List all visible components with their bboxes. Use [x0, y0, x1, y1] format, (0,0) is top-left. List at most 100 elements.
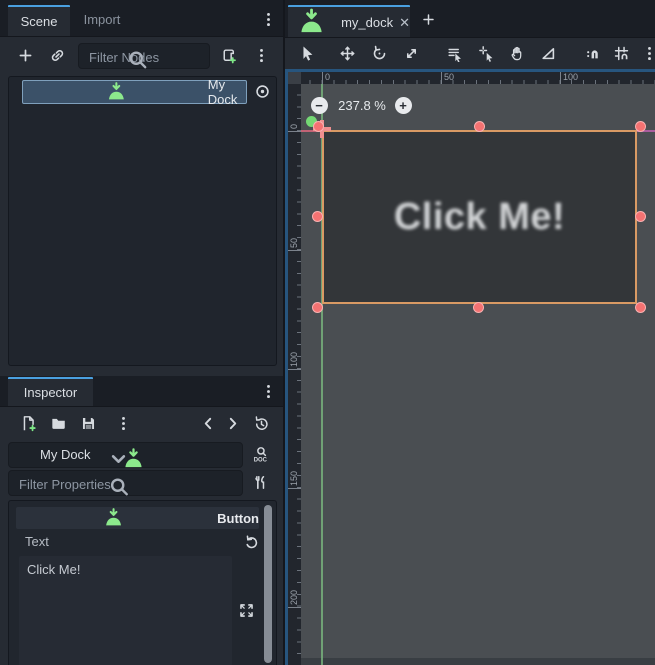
canvas-button-label: Click Me!: [394, 196, 565, 239]
list-select-tool-button[interactable]: [443, 42, 465, 64]
ruler-label: 150: [289, 471, 299, 486]
ruler-label: 50: [444, 72, 454, 82]
history-forward-button[interactable]: [221, 412, 243, 434]
list-select-icon: [446, 45, 463, 62]
canvas-2d[interactable]: Click Me! − 237.8 % +: [301, 84, 655, 665]
search-icon: [73, 48, 203, 72]
snap-options-menu-button[interactable]: [638, 42, 655, 64]
select-tool-button[interactable]: [296, 42, 318, 64]
ruler-tick: [288, 131, 301, 132]
script-add-icon: [220, 47, 237, 64]
button-section-title: Button: [217, 511, 259, 526]
visibility-toggle-button[interactable]: [251, 80, 273, 102]
pivot-cursor-icon: [478, 45, 495, 62]
inspector-properties-panel: Button Text Click Me!: [8, 500, 277, 665]
inspector-scrollbar[interactable]: [264, 505, 272, 663]
control-node-icon: [288, 7, 335, 37]
scene-tab-label: my_dock: [341, 15, 393, 30]
pan-tool-button[interactable]: [506, 42, 528, 64]
resource-menu-button[interactable]: [112, 412, 134, 434]
attach-script-button[interactable]: [217, 44, 239, 66]
new-resource-button[interactable]: [17, 412, 39, 434]
manage-properties-button[interactable]: [249, 471, 271, 493]
new-scene-tab-button[interactable]: [417, 8, 439, 30]
ruler-tick: [322, 72, 323, 84]
canvas-button[interactable]: Click Me!: [322, 130, 637, 304]
ruler-label: 100: [289, 352, 299, 367]
ruler-tool-button[interactable]: [537, 42, 559, 64]
scale-tool-button[interactable]: [400, 42, 422, 64]
tab-inspector[interactable]: Inspector: [8, 377, 93, 406]
move-tool-button[interactable]: [336, 42, 358, 64]
ruler-triangle-icon: [540, 45, 557, 62]
scene-dock-toolbar: [0, 36, 283, 76]
ruler-label: 100: [563, 72, 578, 82]
selection-handle[interactable]: [635, 211, 646, 222]
horizontal-ruler: 0 50 100: [301, 72, 655, 84]
dots-vertical-icon: [115, 415, 132, 432]
text-property-input[interactable]: Click Me!: [19, 556, 232, 665]
pan-hand-icon: [509, 45, 526, 62]
dots-vertical-icon: [253, 47, 270, 64]
dots-vertical-icon: [641, 45, 655, 62]
ruler-label: 200: [289, 590, 299, 605]
revert-property-button[interactable]: [240, 531, 262, 553]
inspector-tabbar-menu-button[interactable]: [257, 380, 279, 402]
add-node-button[interactable]: [14, 44, 36, 66]
selection-handle[interactable]: [635, 302, 646, 313]
select-cursor-icon: [299, 45, 316, 62]
canvas-h-scrollbar[interactable]: [301, 658, 655, 665]
tune-icon: [252, 474, 269, 491]
expand-icon: [238, 602, 255, 619]
plus-icon: [17, 47, 34, 64]
scene-tabbar-menu-button[interactable]: [257, 8, 279, 30]
canvas-toolbar: [285, 37, 655, 69]
selection-handle[interactable]: [312, 302, 323, 313]
smart-snap-button[interactable]: [582, 42, 604, 64]
scene-tree-root-node[interactable]: My Dock: [22, 80, 247, 104]
zoom-level-label[interactable]: 237.8 %: [331, 98, 393, 113]
filter-properties-field[interactable]: [8, 470, 243, 496]
close-icon[interactable]: ✕: [399, 16, 410, 29]
godot-editor-window: Scene Import: [0, 0, 655, 665]
rotate-tool-button[interactable]: [368, 42, 390, 64]
doc-search-icon: [252, 446, 269, 463]
scene-tabs-bar: my_dock ✕: [285, 0, 655, 38]
ruler-tick: [288, 488, 301, 489]
link-icon: [49, 47, 66, 64]
scene-dock-tabbar: Scene Import: [0, 0, 283, 37]
move-pivot-tool-button[interactable]: [475, 42, 497, 64]
selection-handle[interactable]: [474, 121, 485, 132]
expand-textarea-button[interactable]: [235, 599, 257, 621]
move-icon: [339, 45, 356, 62]
ruler-label: 0: [325, 72, 330, 82]
inspected-node-dropdown[interactable]: My Dock: [8, 442, 243, 468]
load-resource-button[interactable]: [47, 412, 69, 434]
instance-scene-button[interactable]: [46, 44, 68, 66]
grid-snap-button[interactable]: [610, 42, 632, 64]
filter-nodes-field[interactable]: [78, 43, 210, 69]
selection-handle[interactable]: [313, 121, 324, 132]
open-documentation-button[interactable]: [249, 443, 271, 465]
control-node-icon: [32, 81, 201, 103]
magnet-icon: [585, 45, 602, 62]
tab-import[interactable]: Import: [70, 5, 134, 34]
edit-history-button[interactable]: [250, 412, 272, 434]
history-back-button[interactable]: [197, 412, 219, 434]
rotate-icon: [371, 45, 388, 62]
left-dock: Scene Import: [0, 0, 283, 665]
zoom-in-button[interactable]: +: [395, 97, 412, 114]
selection-handle[interactable]: [312, 211, 323, 222]
button-section-header[interactable]: Button: [16, 507, 259, 529]
tab-scene[interactable]: Scene: [8, 5, 70, 36]
zoom-out-button[interactable]: −: [311, 97, 328, 114]
button-class-icon: [16, 507, 211, 529]
selection-handle[interactable]: [635, 121, 646, 132]
node-name-label: My Dock: [208, 77, 246, 107]
selection-handle[interactable]: [473, 302, 484, 313]
scene-toolbar-menu-button[interactable]: [250, 44, 272, 66]
save-resource-button[interactable]: [77, 412, 99, 434]
tab-my-dock-scene[interactable]: my_dock ✕: [288, 5, 410, 37]
zoom-in-icon: +: [399, 99, 407, 112]
ruler-tick: [288, 250, 301, 251]
